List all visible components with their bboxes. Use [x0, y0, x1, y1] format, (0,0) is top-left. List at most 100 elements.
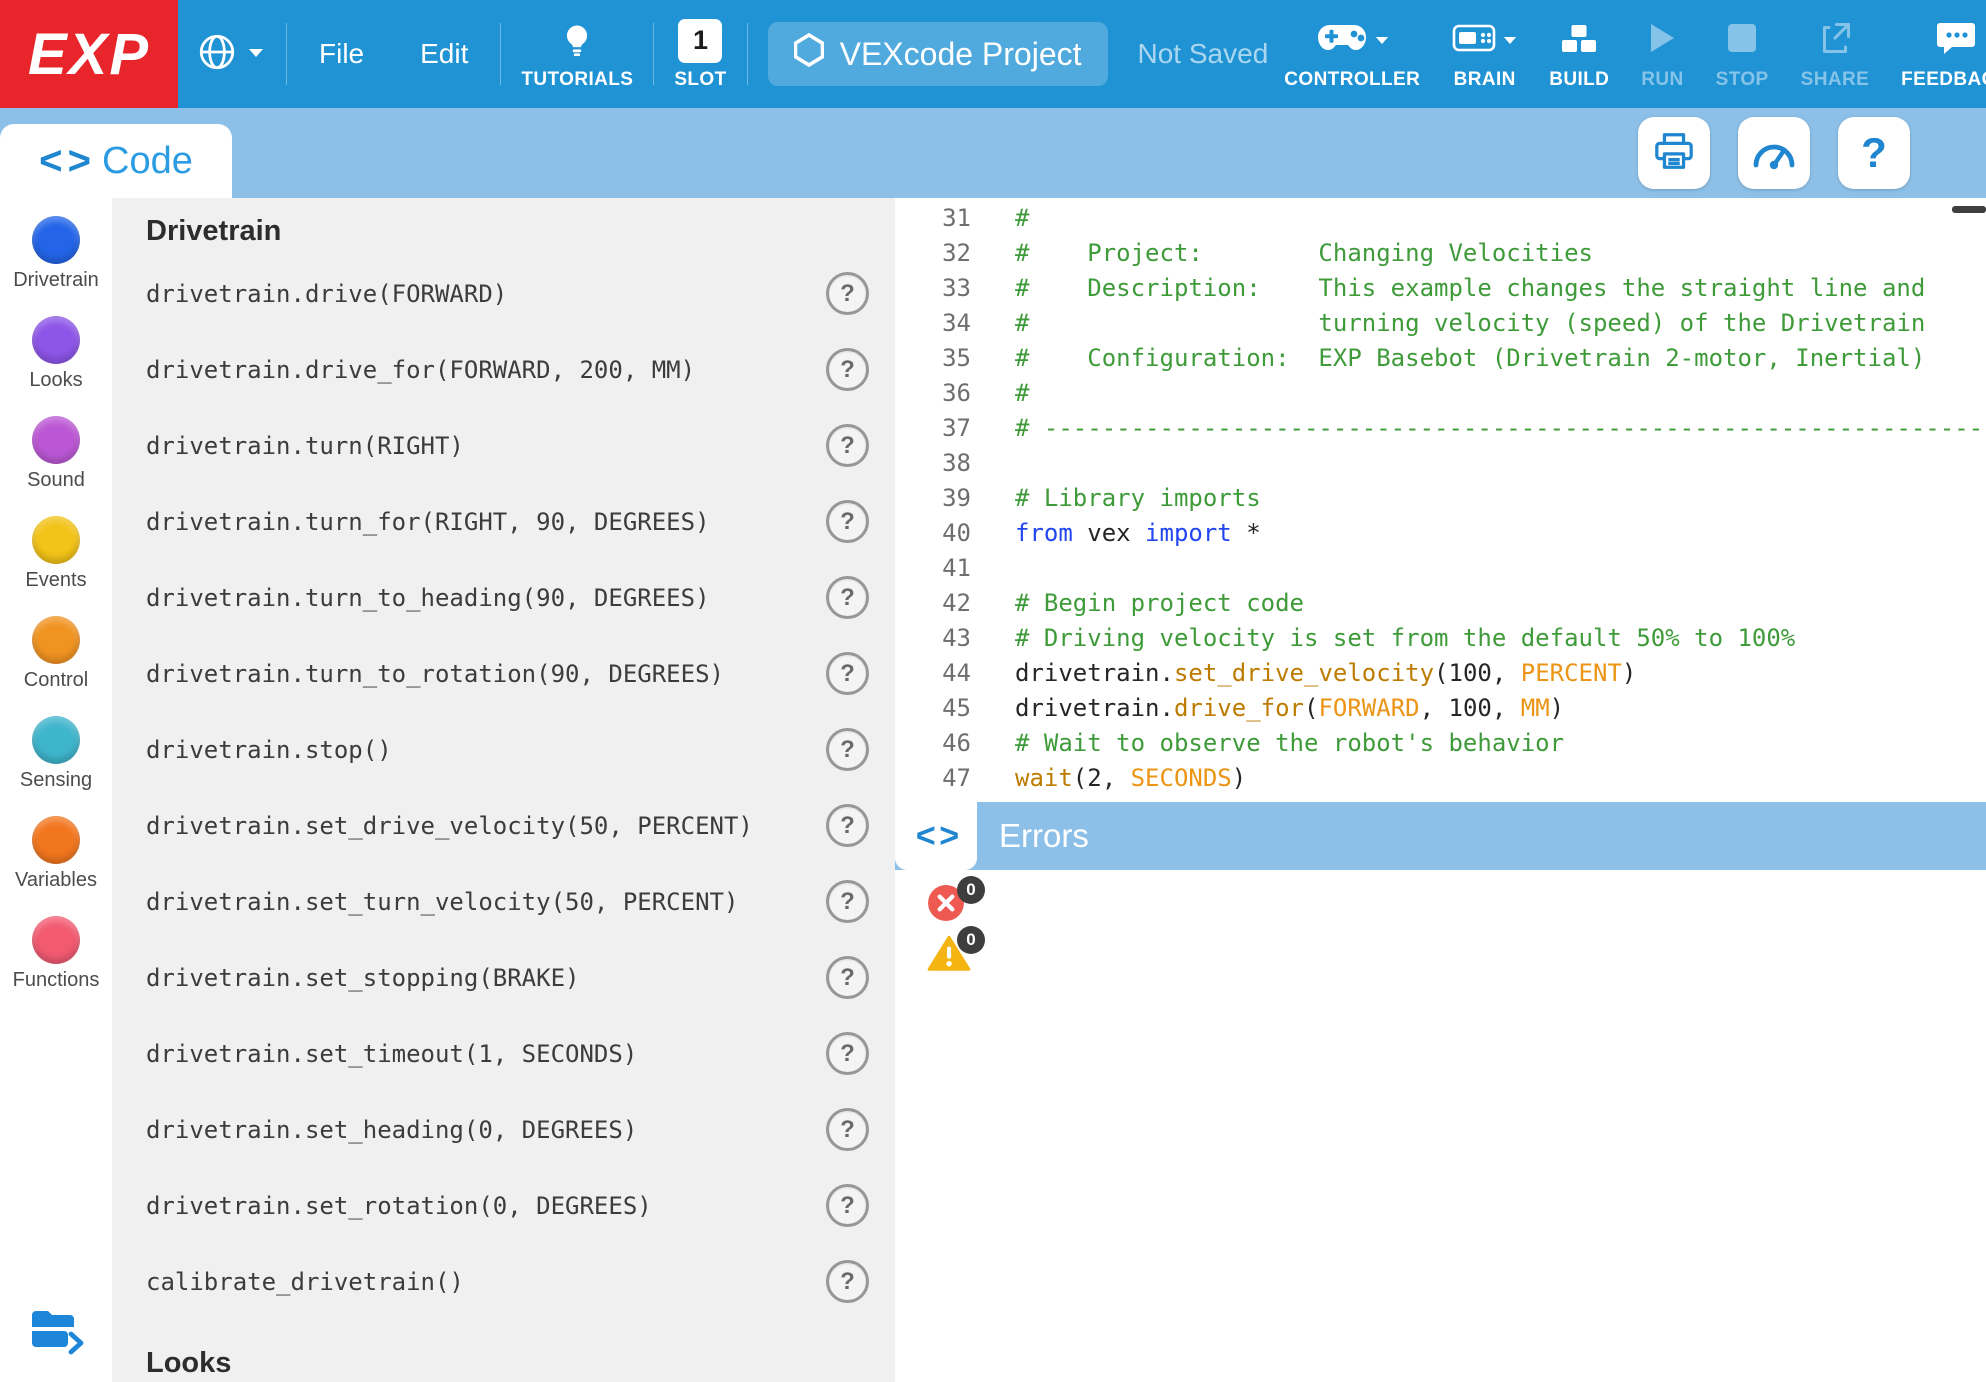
tab-code[interactable]: < > Code [0, 124, 232, 198]
file-menu[interactable]: File [291, 38, 392, 70]
command-text[interactable]: drivetrain.turn_for(RIGHT, 90, DEGREES) [146, 508, 710, 536]
palette-command-row[interactable]: drivetrain.turn_to_heading(90, DEGREES) … [112, 560, 895, 636]
help-button[interactable]: ? [826, 576, 869, 619]
sidebar-item-functions[interactable]: Functions [0, 916, 112, 1016]
share-button[interactable]: SHARE [1785, 18, 1886, 91]
command-text[interactable]: drivetrain.drive_for(FORWARD, 200, MM) [146, 356, 695, 384]
help-button[interactable]: ? [826, 1184, 869, 1227]
stop-button[interactable]: STOP [1700, 18, 1785, 91]
command-text[interactable]: drivetrain.set_timeout(1, SECONDS) [146, 1040, 637, 1068]
command-text[interactable]: drivetrain.turn(RIGHT) [146, 432, 464, 460]
print-console-button[interactable] [1638, 117, 1710, 189]
error-counter[interactable]: 0 [927, 884, 979, 932]
command-text[interactable]: drivetrain.set_stopping(BRAKE) [146, 964, 579, 992]
palette-command-row[interactable]: drivetrain.set_drive_velocity(50, PERCEN… [112, 788, 895, 864]
scrollbar-thumb[interactable] [1952, 206, 1986, 213]
code-line: 47 wait(2, SECONDS) [895, 760, 1986, 795]
play-icon [1647, 21, 1677, 60]
warning-counter[interactable]: 0 [927, 934, 979, 982]
category-label: Sensing [20, 769, 92, 792]
palette-command-row[interactable]: drivetrain.turn_for(RIGHT, 90, DEGREES) … [112, 484, 895, 560]
command-text[interactable]: drivetrain.set_drive_velocity(50, PERCEN… [146, 812, 753, 840]
category-color-dot[interactable] [32, 616, 80, 664]
dashboard-button[interactable] [1738, 117, 1810, 189]
category-color-dot[interactable] [32, 316, 80, 364]
sidebar-item-sound[interactable]: Sound [0, 416, 112, 516]
brain-button[interactable]: BRAIN [1436, 18, 1533, 91]
palette-command-row[interactable]: drivetrain.turn_to_rotation(90, DEGREES)… [112, 636, 895, 712]
edit-menu[interactable]: Edit [392, 38, 496, 70]
slot-number-icon: 1 [678, 19, 722, 63]
help-button[interactable]: ? [826, 272, 869, 315]
palette-command-row[interactable]: calibrate_drivetrain() ? [112, 1244, 895, 1320]
feedback-button[interactable]: FEEDBACK [1885, 18, 1986, 91]
sidebar-item-variables[interactable]: Variables [0, 816, 112, 916]
sidebar-item-sensing[interactable]: Sensing [0, 716, 112, 816]
tutorials-button[interactable]: TUTORIALS [505, 18, 649, 91]
command-text[interactable]: drivetrain.turn_to_rotation(90, DEGREES) [146, 660, 724, 688]
error-count-badge: 0 [957, 876, 985, 904]
palette-command-row[interactable]: drivetrain.set_heading(0, DEGREES) ? [112, 1092, 895, 1168]
line-number: 40 [895, 519, 971, 547]
category-label: Functions [13, 969, 100, 992]
run-label: RUN [1641, 69, 1683, 91]
help-button[interactable]: ? [826, 1032, 869, 1075]
sidebar-item-looks[interactable]: Looks [0, 316, 112, 416]
warning-triangle-icon [927, 959, 971, 976]
category-color-dot[interactable] [32, 816, 80, 864]
command-text[interactable]: calibrate_drivetrain() [146, 1268, 464, 1296]
palette-command-row[interactable]: drivetrain.set_stopping(BRAKE) ? [112, 940, 895, 1016]
help-button[interactable]: ? [826, 956, 869, 999]
build-button[interactable]: BUILD [1533, 18, 1625, 91]
help-button[interactable]: ? [826, 348, 869, 391]
help-button[interactable]: ? [826, 652, 869, 695]
code-text: drivetrain.set_drive_velocity(100, PERCE… [1015, 659, 1636, 687]
code-token: MM [1521, 694, 1550, 722]
command-text[interactable]: drivetrain.stop() [146, 736, 392, 764]
help-button[interactable]: ? [826, 424, 869, 467]
category-color-dot[interactable] [32, 416, 80, 464]
palette-command-row[interactable]: drivetrain.drive_for(FORWARD, 200, MM) ? [112, 332, 895, 408]
palette-command-row[interactable]: drivetrain.set_timeout(1, SECONDS) ? [112, 1016, 895, 1092]
tab-errors[interactable]: < > [895, 802, 977, 870]
palette-command-row[interactable]: drivetrain.stop() ? [112, 712, 895, 788]
language-menu[interactable] [178, 31, 282, 78]
category-color-dot[interactable] [32, 916, 80, 964]
command-text[interactable]: drivetrain.drive(FORWARD) [146, 280, 507, 308]
project-title-box[interactable]: VEXcode Project [768, 22, 1108, 86]
help-button[interactable]: ? [826, 500, 869, 543]
sidebar-item-control[interactable]: Control [0, 616, 112, 716]
help-button[interactable]: ? [826, 880, 869, 923]
palette-command-row[interactable]: drivetrain.set_rotation(0, DEGREES) ? [112, 1168, 895, 1244]
command-text[interactable]: drivetrain.turn_to_heading(90, DEGREES) [146, 584, 710, 612]
line-number: 46 [895, 729, 971, 757]
feedback-label: FEEDBACK [1901, 69, 1986, 91]
palette-command-row[interactable]: drivetrain.set_turn_velocity(50, PERCENT… [112, 864, 895, 940]
category-label: Variables [15, 869, 97, 892]
palette-command-row[interactable]: drivetrain.turn(RIGHT) ? [112, 408, 895, 484]
slot-button[interactable]: 1 SLOT [658, 18, 742, 91]
category-color-dot[interactable] [32, 216, 80, 264]
category-color-dot[interactable] [32, 716, 80, 764]
help-button[interactable]: ? [826, 804, 869, 847]
toggle-blocks-button[interactable] [28, 1307, 84, 1360]
palette-command-row[interactable]: drivetrain.drive(FORWARD) ? [112, 256, 895, 332]
help-button[interactable]: ? [826, 728, 869, 771]
run-button[interactable]: RUN [1625, 18, 1699, 91]
code-text: from vex import * [1015, 519, 1261, 547]
code-token: # turning velocity (speed) of the Drivet… [1015, 309, 1925, 337]
help-button[interactable]: ? [826, 1260, 869, 1303]
code-line: 42 # Begin project code [895, 585, 1986, 620]
help-button[interactable]: ? [1838, 117, 1910, 189]
command-text[interactable]: drivetrain.set_heading(0, DEGREES) [146, 1116, 637, 1144]
controller-button[interactable]: CONTROLLER [1268, 18, 1436, 91]
category-label: Looks [29, 369, 82, 392]
sidebar-item-drivetrain[interactable]: Drivetrain [0, 216, 112, 316]
help-button[interactable]: ? [826, 1108, 869, 1151]
command-text[interactable]: drivetrain.set_rotation(0, DEGREES) [146, 1192, 652, 1220]
category-color-dot[interactable] [32, 516, 80, 564]
chevron-down-icon [1503, 32, 1517, 50]
sidebar-item-events[interactable]: Events [0, 516, 112, 616]
command-text[interactable]: drivetrain.set_turn_velocity(50, PERCENT… [146, 888, 738, 916]
code-editor[interactable]: 31 # 32 # Project: Changing Velocities 3… [895, 198, 1986, 802]
